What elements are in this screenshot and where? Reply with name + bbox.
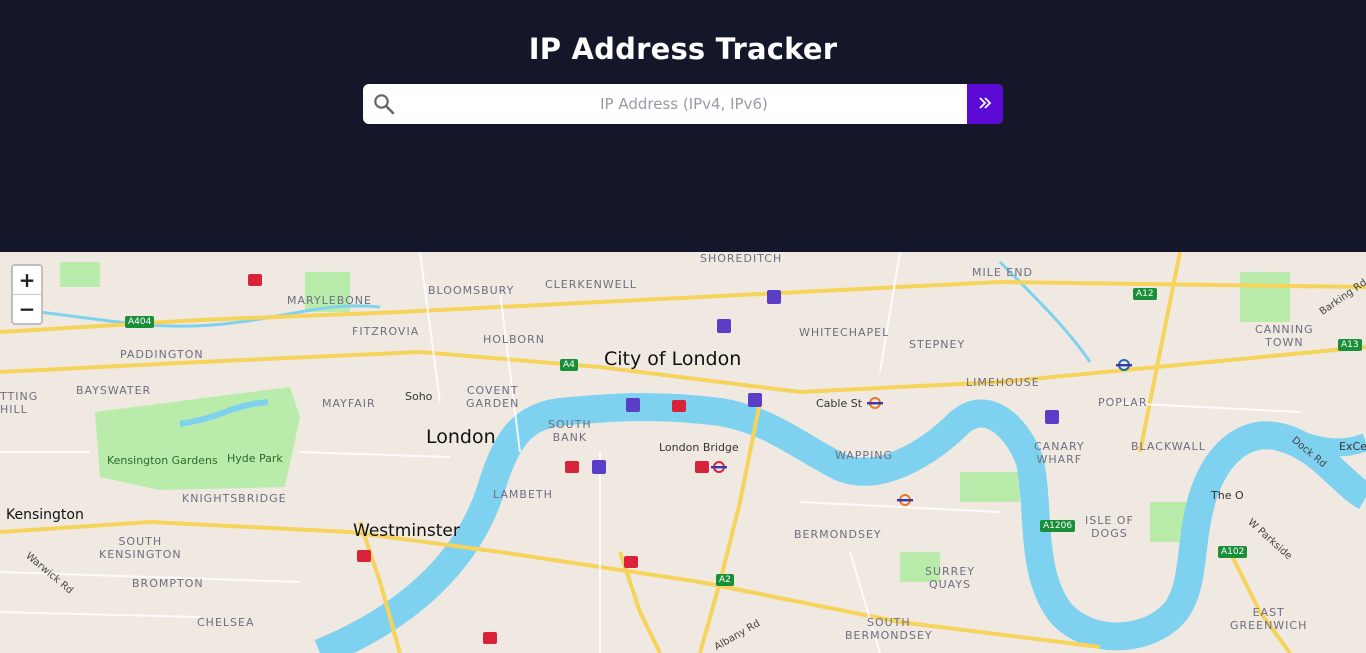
map-label-kensington: Kensington	[6, 507, 84, 523]
map-label-canning-town: CANNING TOWN	[1255, 323, 1314, 349]
map-label-south-bermondsey: SOUTH BERMONDSEY	[845, 616, 933, 642]
dlr-station-icon	[626, 398, 640, 412]
map-label-hyde-park: Hyde Park	[227, 452, 283, 465]
map-label-fitzrovia: FITZROVIA	[352, 325, 420, 338]
road-shield-a102: A102	[1218, 546, 1248, 558]
map-label-blackwall: BLACKWALL	[1131, 440, 1206, 453]
road-shield-a13: A13	[1338, 339, 1362, 351]
map-label-east-greenwich: EAST GREENWICH	[1230, 606, 1308, 632]
rail-station-icon	[672, 400, 686, 412]
map-label-surrey-quays: SURREY QUAYS	[925, 565, 975, 591]
rail-station-icon	[248, 274, 262, 286]
map-label-poplar: POPLAR	[1098, 396, 1148, 409]
map-label-wapping: WAPPING	[835, 449, 894, 462]
map-label-lambeth: LAMBETH	[493, 488, 553, 501]
map-label-brompton: BROMPTON	[132, 577, 204, 590]
header: IP Address Tracker	[0, 0, 1366, 252]
map-label-soho: Soho	[405, 390, 433, 403]
map-label-mile-end: MILE END	[972, 266, 1033, 279]
zoom-in-button[interactable]: +	[13, 266, 41, 294]
map-label-bloomsbury: BLOOMSBURY	[428, 284, 515, 297]
rail-station-icon	[357, 550, 371, 562]
page-title: IP Address Tracker	[528, 32, 838, 66]
rail-station-icon	[565, 461, 579, 473]
map-label-canary-wharf: CANARY WHARF	[1034, 440, 1085, 466]
underground-icon	[867, 397, 883, 409]
road-shield-a4: A4	[560, 359, 578, 371]
map-label-london: London	[426, 426, 496, 448]
dlr-station-icon	[767, 290, 781, 304]
zoom-control: + −	[11, 264, 43, 325]
map-label-bermondsey: BERMONDSEY	[794, 528, 882, 541]
road-shield-a404: A404	[125, 316, 155, 328]
map-label-limehouse: LIMEHOUSE	[966, 376, 1040, 389]
map-label-kensington-gardens: Kensington Gardens	[107, 454, 218, 467]
dlr-station-icon	[748, 393, 762, 407]
map-label-shoreditch: SHOREDITCH	[700, 252, 783, 265]
map-label-london-bridge: London Bridge	[659, 441, 739, 454]
map-label-paddington: PADDINGTON	[120, 348, 204, 361]
rail-station-icon	[695, 461, 709, 473]
map-label-stepney: STEPNEY	[909, 338, 966, 351]
map-label-chelsea: CHELSEA	[197, 616, 255, 629]
map-label-holborn: HOLBORN	[483, 333, 545, 346]
map-label-the-o2: The O	[1211, 489, 1244, 502]
search-bar	[363, 84, 1003, 124]
chevrons-right-icon	[978, 96, 992, 113]
zoom-out-button[interactable]: −	[13, 294, 41, 322]
dlr-station-icon	[592, 460, 606, 474]
map-label-isle-of-dogs: ISLE OF DOGS	[1085, 514, 1134, 540]
road-shield-a12: A12	[1133, 288, 1157, 300]
dlr-station-icon	[1045, 410, 1059, 424]
map-label-knightsbridge: KNIGHTSBRIDGE	[182, 492, 287, 505]
map-label-mayfair: MAYFAIR	[322, 397, 376, 410]
road-shield-a2: A2	[716, 574, 734, 586]
rail-station-icon	[483, 632, 497, 644]
map-label-cable-st: Cable St	[816, 397, 863, 410]
ip-address-input[interactable]	[401, 84, 967, 124]
search-submit-button[interactable]	[967, 84, 1003, 124]
search-icon	[373, 93, 395, 115]
map-label-marylebone: MARYLEBONE	[287, 294, 372, 307]
map-label-south-kensington: SOUTH KENSINGTON	[99, 535, 182, 561]
rail-station-icon	[624, 556, 638, 568]
underground-icon	[897, 494, 913, 506]
dlr-station-icon	[717, 319, 731, 333]
map-label-city-of-london: City of London	[604, 348, 742, 370]
map-label-south-bank: SOUTH BANK	[548, 418, 592, 444]
underground-icon	[1116, 359, 1132, 371]
map-label-covent-garden: COVENT GARDEN	[466, 384, 520, 410]
road-shield-a1206: A1206	[1040, 520, 1076, 532]
map-label-excel: ExCe	[1339, 440, 1366, 453]
map-label-notting-hill: TTING HILL	[0, 390, 39, 416]
underground-icon	[711, 461, 727, 473]
map[interactable]: SHOREDITCH MILE END MARYLEBONE BLOOMSBUR…	[0, 252, 1366, 653]
map-label-whitechapel: WHITECHAPEL	[799, 326, 890, 339]
map-label-clerkenwell: CLERKENWELL	[545, 278, 637, 291]
map-label-bayswater: BAYSWATER	[76, 384, 152, 397]
map-label-westminster: Westminster	[353, 521, 460, 541]
